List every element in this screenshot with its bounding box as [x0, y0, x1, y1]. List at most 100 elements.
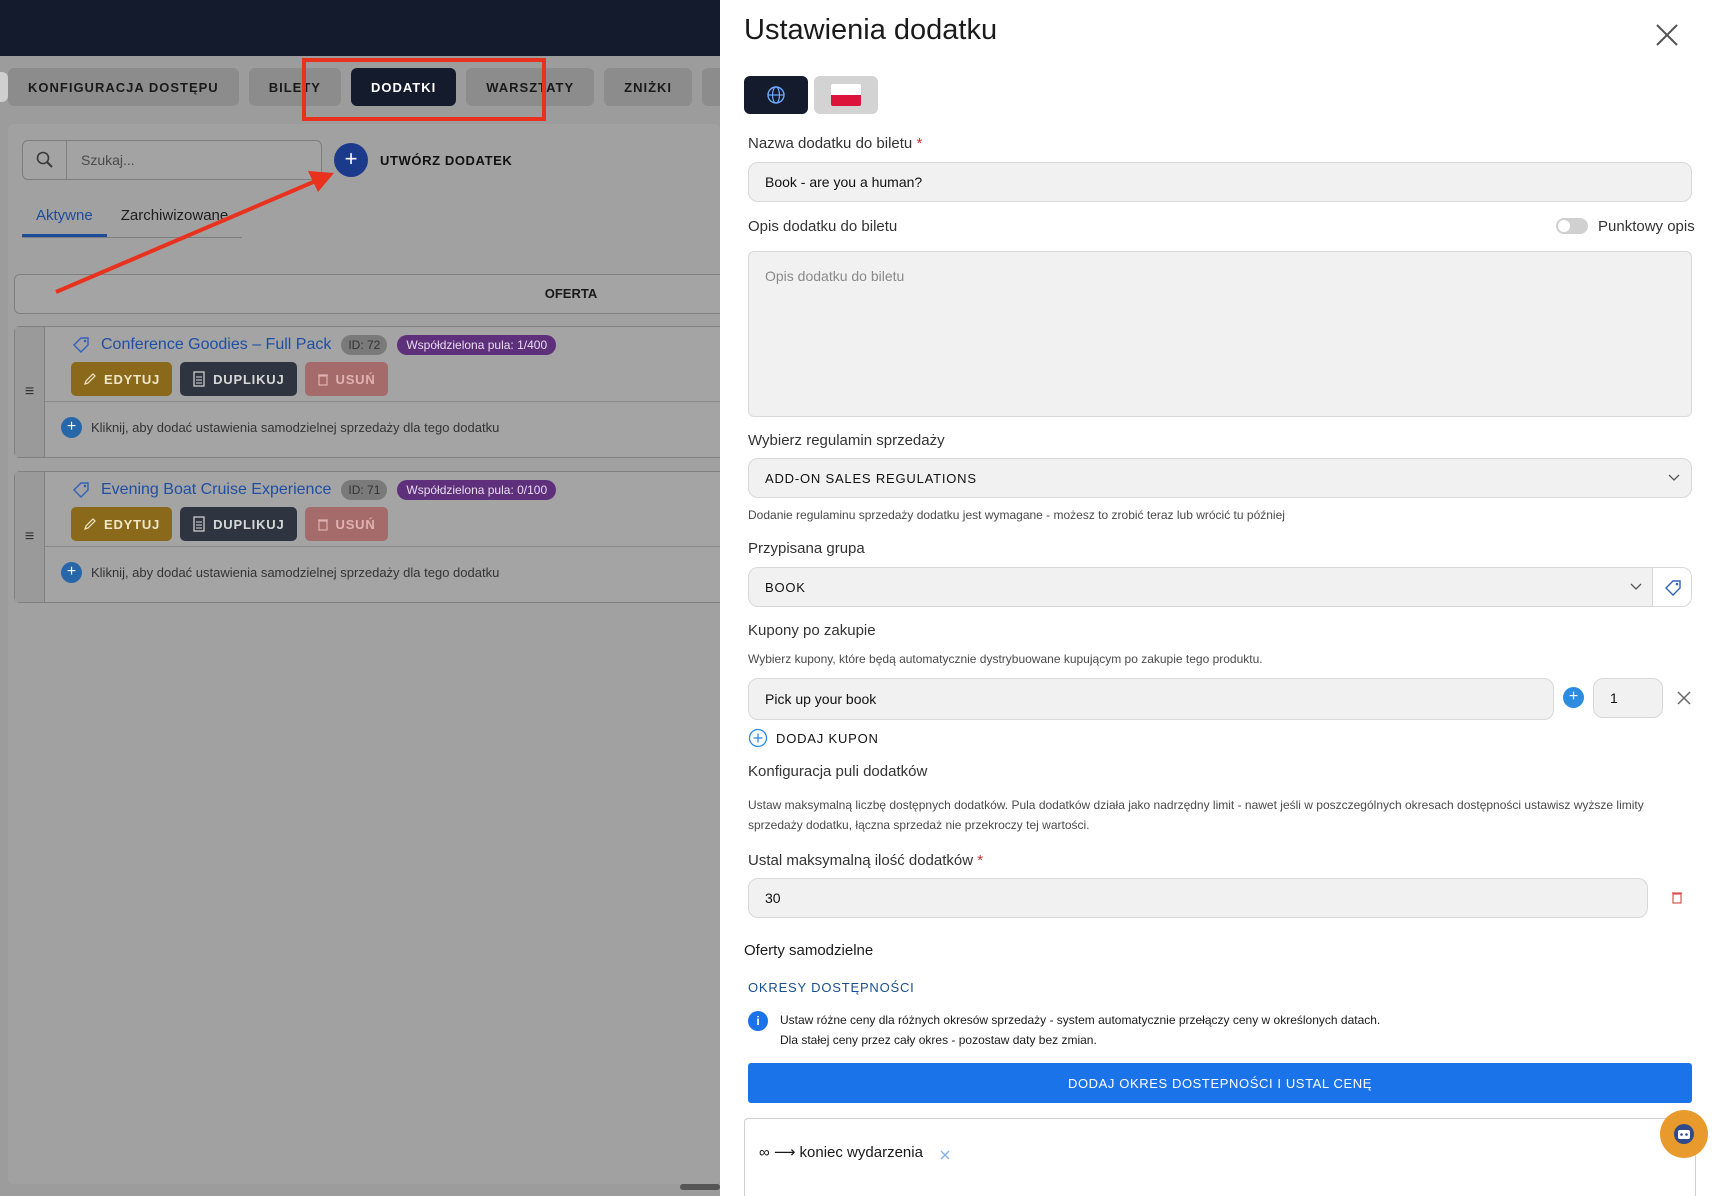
coupons-help-text: Wybierz kupony, które będą automatycznie… — [748, 652, 1263, 666]
periods-info-line-1: Ustaw różne ceny dla różnych okresów spr… — [780, 1013, 1381, 1027]
period-range-text: ∞ ⟶ koniec wydarzenia — [759, 1144, 923, 1161]
max-addons-label: Ustal maksymalną ilość dodatków * — [748, 852, 984, 869]
add-coupon-label: DODAJ KUPON — [776, 730, 879, 746]
id-badge: ID: 71 — [341, 480, 388, 500]
max-addons-value: 30 — [765, 890, 781, 906]
group-select[interactable]: BOOK — [748, 567, 1654, 607]
edit-button[interactable]: EDYTUJ — [71, 362, 173, 396]
add-availability-period-label: DODAJ OKRES DOSTEPNOŚCI I USTAL CENĘ — [1067, 1075, 1373, 1091]
addons-list-view: KONFIGURACJA DOSTĘPU BILETY DODATKI WARS… — [0, 56, 815, 1196]
bullet-description-toggle[interactable] — [1556, 218, 1588, 234]
add-availability-period-button[interactable]: DODAJ OKRES DOSTEPNOŚCI I USTAL CENĘ — [748, 1063, 1692, 1103]
delete-label: USUŃ — [335, 516, 376, 532]
addon-name-value: Book - are you a human? — [765, 174, 923, 190]
delete-button[interactable]: USUŃ — [304, 362, 388, 396]
tab-discounts[interactable]: ZNIŻKI — [604, 68, 693, 106]
language-polish-button[interactable] — [814, 76, 878, 114]
addon-name-label: Nazwa dodatku do biletu * — [748, 135, 923, 152]
group-tag-button[interactable] — [1652, 567, 1692, 607]
table-header: OFERTA — [14, 274, 720, 314]
tag-icon — [1665, 580, 1681, 596]
subtab-active[interactable]: Aktywne — [22, 196, 107, 237]
search-input[interactable]: Szukaj... — [67, 141, 135, 179]
addon-card: ≡ Conference Goodies – Full Pack ID: 72 … — [14, 326, 720, 458]
regulations-label: Wybierz regulamin sprzedaży — [748, 432, 945, 449]
remove-period-icon[interactable] — [939, 1149, 951, 1161]
add-standalone-sale-text: Kliknij, aby dodać ustawienia samodzieln… — [91, 420, 500, 435]
chat-bot-icon — [1674, 1124, 1694, 1144]
plus-circle-icon — [748, 728, 768, 748]
availability-periods-link[interactable]: OKRESY DOSTĘPNOŚCI — [748, 980, 915, 995]
max-addons-input[interactable]: 30 — [748, 878, 1648, 918]
create-addon-button[interactable]: + UTWÓRZ DODATEK — [334, 143, 512, 177]
addon-description-label: Opis dodatku do biletu — [748, 218, 898, 235]
duplicate-button[interactable]: DUPLIKUJ — [180, 507, 297, 541]
polish-flag-icon — [831, 84, 861, 106]
addon-card: ≡ Evening Boat Cruise Experience ID: 71 … — [14, 471, 720, 603]
group-selected-value: BOOK — [765, 580, 806, 595]
addon-name-input[interactable]: Book - are you a human? — [748, 162, 1692, 202]
addon-description-placeholder: Opis dodatku do biletu — [765, 268, 905, 284]
edit-button[interactable]: EDYTUJ — [71, 507, 173, 541]
availability-period-card: ∞ ⟶ koniec wydarzenia — [744, 1118, 1696, 1196]
search-icon — [23, 141, 67, 179]
duplicate-button[interactable]: DUPLIKUJ — [180, 362, 297, 396]
add-standalone-sale-text: Kliknij, aby dodać ustawienia samodzieln… — [91, 565, 500, 580]
pool-help-text: Ustaw maksymalną liczbę dostępnych dodat… — [748, 798, 1644, 832]
regulations-select[interactable]: ADD-ON SALES REGULATIONS — [748, 458, 1692, 498]
addon-title[interactable]: Evening Boat Cruise Experience — [101, 481, 331, 499]
search-box[interactable]: Szukaj... — [22, 140, 322, 180]
pencil-icon — [84, 373, 96, 385]
globe-icon — [767, 86, 785, 104]
tag-icon — [73, 337, 89, 353]
remove-coupon-icon[interactable] — [1675, 689, 1693, 707]
trash-icon[interactable] — [1671, 890, 1683, 904]
plus-icon: + — [61, 417, 82, 438]
delete-button[interactable]: USUŃ — [304, 507, 388, 541]
add-coupon-button[interactable]: DODAJ KUPON — [748, 728, 879, 748]
addon-description-textarea[interactable]: Opis dodatku do biletu — [748, 251, 1692, 417]
subtab-archived[interactable]: Zarchiwizowane — [107, 196, 243, 237]
coupon-quantity-input[interactable]: 1 — [1593, 678, 1663, 718]
chat-support-button[interactable] — [1660, 1110, 1708, 1158]
annotation-highlight-box — [302, 58, 546, 121]
edit-label: EDYTUJ — [104, 516, 161, 532]
coupon-quantity-value: 1 — [1610, 690, 1618, 706]
regulations-help-text: Dodanie regulaminu sprzedaży dodatku jes… — [748, 508, 1285, 522]
add-standalone-sale-row[interactable]: + Kliknij, aby dodać ustawienia samodzie… — [61, 562, 499, 583]
coupon-add-qty-icon[interactable]: + — [1563, 687, 1584, 708]
coupons-label: Kupony po zakupie — [748, 622, 876, 639]
create-addon-label: UTWÓRZ DODATEK — [380, 152, 513, 168]
document-icon — [193, 516, 205, 532]
coupon-input[interactable]: Pick up your book — [748, 678, 1554, 720]
status-subtabs: Aktywne Zarchiwizowane — [22, 196, 242, 238]
info-icon: i — [748, 1011, 768, 1031]
add-standalone-sale-row[interactable]: + Kliknij, aby dodać ustawienia samodzie… — [61, 417, 499, 438]
addon-title[interactable]: Conference Goodies – Full Pack — [101, 336, 331, 354]
bullet-description-label: Punktowy opis — [1598, 218, 1695, 235]
regulations-selected-value: ADD-ON SALES REGULATIONS — [765, 471, 977, 486]
trash-icon — [317, 519, 328, 531]
close-icon[interactable] — [1654, 22, 1680, 48]
duplicate-label: DUPLIKUJ — [213, 516, 285, 532]
id-badge: ID: 72 — [341, 335, 388, 355]
trash-icon — [317, 374, 328, 386]
document-icon — [193, 371, 205, 387]
tag-icon — [73, 482, 89, 498]
group-label: Przypisana grupa — [748, 540, 865, 557]
horizontal-scrollbar[interactable] — [680, 1184, 720, 1190]
chevron-down-icon — [1630, 583, 1642, 590]
pencil-icon — [84, 518, 96, 530]
pool-config-label: Konfiguracja puli dodatków — [748, 763, 928, 780]
edit-label: EDYTUJ — [104, 371, 161, 387]
plus-icon: + — [334, 143, 368, 177]
periods-info-line-2: Dla stałej ceny przez cały okres - pozos… — [780, 1033, 1097, 1047]
coupon-value: Pick up your book — [765, 691, 877, 707]
standalone-offers-label: Oferty samodzielne — [744, 942, 874, 959]
tab-access-config[interactable]: KONFIGURACJA DOSTĘPU — [8, 68, 239, 106]
drawer-title: Ustawienia dodatku — [744, 14, 998, 46]
drag-handle-icon[interactable]: ≡ — [15, 327, 45, 457]
language-all-button[interactable] — [744, 76, 808, 114]
drag-handle-icon[interactable]: ≡ — [15, 472, 45, 602]
plus-icon: + — [61, 562, 82, 583]
